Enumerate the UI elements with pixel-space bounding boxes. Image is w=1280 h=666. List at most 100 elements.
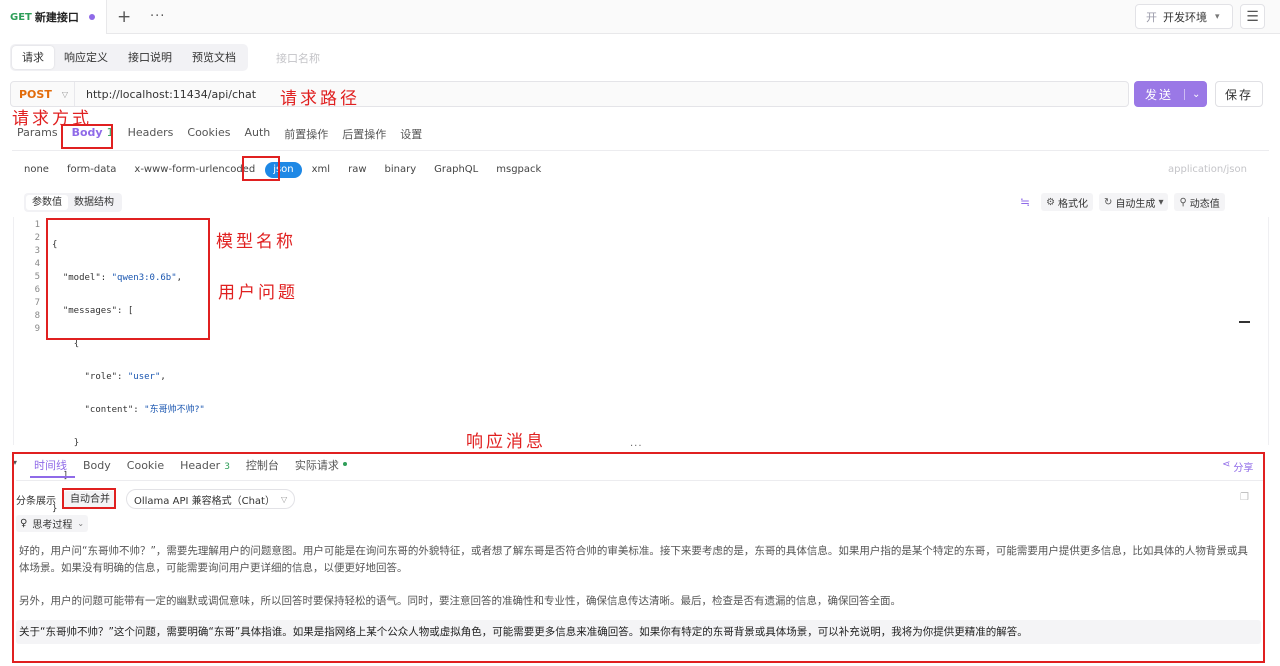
caret-down-icon: ▾ [1215, 11, 1220, 22]
annotation-path: 请求路径 [280, 89, 360, 109]
wrap-icon[interactable]: ≒ [1015, 193, 1035, 211]
resp-tab-header[interactable]: Header 3 [172, 458, 238, 478]
resp-tab-cookie[interactable]: Cookie [119, 458, 172, 478]
format-icon: ⚙ [1046, 196, 1056, 208]
subtab-request[interactable]: 请求 [12, 46, 54, 69]
tab-method: GET [10, 11, 32, 23]
send-label: 发送 [1145, 87, 1174, 102]
dynamic-value-button[interactable]: ⚲ 动态值 [1174, 193, 1225, 211]
bodytype-urlencoded[interactable]: x-www-form-urlencoded [126, 162, 263, 178]
auto-merge-toggle[interactable]: 自动合并 [64, 490, 116, 508]
url-input[interactable] [75, 82, 1128, 106]
tab-cookies[interactable]: Cookies [187, 126, 230, 142]
bodytype-form-data[interactable]: form-data [59, 162, 124, 178]
environment-select[interactable]: 开 开发环境 ▾ [1135, 4, 1233, 29]
code-string: "user" [127, 372, 161, 382]
refresh-icon: ↻ [1104, 196, 1113, 208]
auto-generate-button[interactable]: ↻ 自动生成 ▾ [1099, 193, 1169, 211]
format-value: Ollama API 兼容格式（Chat） [134, 495, 275, 507]
bodytype-graphql[interactable]: GraphQL [426, 162, 486, 178]
tab-settings[interactable]: 设置 [400, 126, 422, 142]
body-type-tabs: none form-data x-www-form-urlencoded jso… [24, 162, 551, 178]
bodytype-json[interactable]: json [265, 162, 302, 178]
resp-tab-actual[interactable]: 实际请求 [287, 458, 355, 478]
url-bar: POST ▽ [10, 81, 1129, 107]
tab-pre[interactable]: 前置操作 [284, 126, 328, 142]
tab-headers[interactable]: Headers [128, 126, 174, 142]
resize-handle[interactable]: ··· [630, 441, 643, 452]
resp-tab-console[interactable]: 控制台 [238, 458, 287, 478]
plus-icon[interactable]: + [117, 7, 131, 27]
line-number: 5 [34, 272, 40, 282]
annotation-method: 请求方式 [12, 109, 92, 129]
save-button[interactable]: 保存 [1215, 81, 1263, 107]
tab-post[interactable]: 后置操作 [342, 126, 386, 142]
format-label: 格式化 [1058, 198, 1089, 210]
split-view-toggle[interactable]: 分条展示 [16, 492, 56, 507]
line-number: 2 [34, 233, 40, 243]
code-line: "messages": [ [52, 305, 205, 318]
response-tabs: 时间线 Body Cookie Header 3 控制台 实际请求 [30, 458, 355, 478]
subtab-preview[interactable]: 预览文档 [182, 46, 246, 69]
divider [12, 150, 1269, 151]
share-icon: ⋖ [1222, 459, 1231, 470]
bodytype-msgpack[interactable]: msgpack [488, 162, 549, 178]
code-key: "model" [62, 273, 101, 283]
line-number: 4 [34, 259, 40, 269]
answer-text: 关于“东哥帅不帅？”这个问题，需要明确“东哥”具体指谁。如果是指网络上某个公众人… [19, 626, 1028, 638]
annotation-model: 模型名称 [216, 232, 296, 252]
thinking-paragraph: 好的，用户问“东哥帅不帅？”，需要先理解用户的问题意图。用户可能是在询问东哥的外… [19, 545, 1248, 574]
thinking-toggle[interactable]: ♀ 思考过程 ⌄ [16, 515, 89, 532]
auto-label: 自动生成 [1115, 198, 1156, 210]
code-token: } [73, 438, 80, 448]
editor-tab-schema[interactable]: 数据结构 [68, 195, 120, 210]
editor-tabs: 参数值 数据结构 [24, 193, 122, 212]
env-label: 开发环境 [1163, 10, 1207, 24]
code-key: "role" [84, 372, 118, 382]
api-name-placeholder[interactable]: 接口名称 [276, 50, 320, 66]
thinking-paragraph: 另外，用户的问题可能带有一定的幽默或调侃意味，所以回答时要保持轻松的语气。同时，… [19, 595, 901, 607]
resp-tab-timeline[interactable]: 时间线 [30, 458, 75, 478]
annotation-question: 用户问题 [218, 283, 298, 303]
code-line: { [52, 338, 205, 351]
subtab-response-def[interactable]: 响应定义 [54, 46, 118, 69]
copy-icon[interactable]: ❐ [1240, 492, 1249, 503]
code-string: 东哥帅不帅? [149, 405, 200, 415]
resp-tab-header-count: 3 [224, 462, 230, 472]
line-number: 6 [34, 285, 40, 295]
tab-body-count: 1 [106, 126, 114, 139]
bodytype-none[interactable]: none [24, 162, 57, 178]
resp-tab-actual-label: 实际请求 [294, 459, 339, 472]
code-token: : [ [117, 306, 134, 316]
dynamic-label: 动态值 [1189, 198, 1220, 210]
code-key: "messages" [62, 306, 118, 316]
resp-tab-body[interactable]: Body [75, 458, 119, 478]
format-select[interactable]: Ollama API 兼容格式（Chat） ▽ [126, 489, 296, 509]
scrollbar-marker[interactable] [1239, 321, 1250, 323]
share-button[interactable]: ⋖ 分享 [1222, 459, 1253, 474]
caret-down-icon: ▽ [280, 494, 288, 504]
code-token: { [73, 339, 80, 349]
more-icon[interactable]: ··· [150, 9, 165, 24]
share-label: 分享 [1233, 463, 1254, 474]
chevron-down-icon[interactable]: ⌄ [1184, 88, 1200, 100]
menu-icon[interactable]: ☰ [1240, 4, 1265, 29]
code-string: "qwen3:0.6b" [111, 273, 177, 283]
code-quote: " [199, 405, 205, 415]
bodytype-binary[interactable]: binary [377, 162, 425, 178]
divider [16, 480, 1263, 481]
collapse-icon[interactable]: ▾ [13, 458, 17, 467]
request-tab[interactable]: GET 新建接口 [0, 0, 107, 34]
bodytype-xml[interactable]: xml [304, 162, 338, 178]
caret-down-icon: ▽ [61, 89, 68, 99]
bodytype-raw[interactable]: raw [340, 162, 374, 178]
method-select[interactable]: POST ▽ [11, 82, 75, 106]
editor-tab-values[interactable]: 参数值 [26, 195, 68, 210]
format-button[interactable]: ⚙ 格式化 [1041, 193, 1094, 211]
status-dot [342, 462, 347, 466]
subtab-doc[interactable]: 接口说明 [118, 46, 182, 69]
thinking-label: 思考过程 [32, 520, 73, 531]
tab-auth[interactable]: Auth [244, 126, 270, 142]
send-button[interactable]: 发送 ⌄ [1134, 81, 1207, 107]
top-tab-bar: GET 新建接口 + ··· 开 开发环境 ▾ ☰ [0, 0, 1280, 34]
